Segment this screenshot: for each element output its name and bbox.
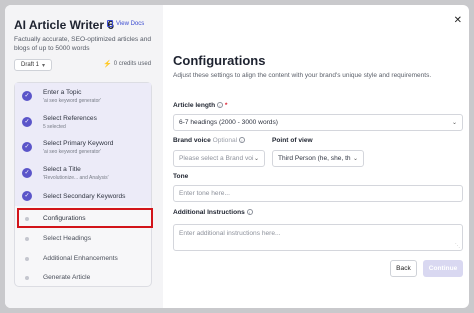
step-select-title[interactable]: ✓ Select a Title 'Revolutionize... and A… xyxy=(15,159,151,186)
back-button[interactable]: Back xyxy=(390,260,417,277)
article-length-value: 6-7 headings (2000 - 3000 words) xyxy=(179,119,278,126)
step-generate-article[interactable]: Generate Article xyxy=(15,269,151,287)
credits-used: ⚡ 0 credits used xyxy=(103,60,151,68)
step-subtitle: 'ai seo keyword generator' xyxy=(43,149,102,155)
required-marker: * xyxy=(224,102,228,109)
resize-handle-icon[interactable]: ⋱ xyxy=(455,243,460,249)
tone-text: Tone xyxy=(173,173,189,180)
step-title: Select Secondary Keywords xyxy=(43,193,126,200)
step-title: Enter a Topic xyxy=(43,89,82,96)
page-title: Configurations xyxy=(173,53,266,68)
point-of-view-text: Point of view xyxy=(272,137,313,144)
step-select-secondary-keywords[interactable]: ✓ Select Secondary Keywords xyxy=(15,186,151,206)
view-docs-link[interactable]: View Docs xyxy=(107,20,144,27)
additional-instructions-textarea[interactable]: Enter additional instructions here... ⋱ xyxy=(173,224,463,251)
article-length-text: Article length xyxy=(173,102,216,109)
point-of-view-select[interactable]: Third Person (he, she, th ⌄ xyxy=(272,150,364,167)
view-docs-label: View Docs xyxy=(116,20,145,27)
article-length-label: Article length i * xyxy=(173,102,227,109)
draft-label: Draft 1 xyxy=(20,62,39,68)
page-subtitle: Adjust these settings to align the conte… xyxy=(173,72,432,79)
tone-input[interactable]: Enter tone here... xyxy=(173,185,463,202)
step-subtitle: 'ai seo keyword generator' xyxy=(43,98,102,104)
tone-label: Tone xyxy=(173,173,188,180)
info-icon: i xyxy=(216,102,223,109)
article-writer-modal: AI Article Writer 6 View Docs Factually … xyxy=(5,5,469,308)
app-description: Factually accurate, SEO-optimized articl… xyxy=(14,36,152,52)
step-subtitle: 'Revolutionize... and Analysis' xyxy=(43,175,109,181)
draft-selector[interactable]: Draft 1 ▾ xyxy=(14,59,52,71)
check-icon: ✓ xyxy=(22,117,32,127)
step-dot-icon xyxy=(25,237,29,241)
chevron-down-icon: ▾ xyxy=(42,62,46,69)
step-title: Select References xyxy=(43,115,97,122)
step-select-primary-keyword[interactable]: ✓ Select Primary Keyword 'ai seo keyword… xyxy=(15,134,151,159)
brand-voice-select[interactable]: Please select a Brand voi ⌄ xyxy=(173,150,265,167)
check-icon: ✓ xyxy=(22,168,32,178)
brand-voice-label: Brand voice Optional i xyxy=(173,137,245,144)
chevron-down-icon: ⌄ xyxy=(451,120,457,126)
current-step-highlight xyxy=(17,208,153,228)
document-icon xyxy=(107,20,113,27)
chevron-down-icon: ⌄ xyxy=(352,156,358,162)
brand-voice-value: Please select a Brand voi xyxy=(179,155,254,162)
app-title: AI Article Writer 6 xyxy=(14,18,115,32)
check-icon: ✓ xyxy=(22,142,32,152)
step-dot-icon xyxy=(25,276,29,280)
step-title: Generate Article xyxy=(43,274,91,281)
brand-voice-text: Brand voice xyxy=(173,137,211,144)
additional-instructions-text: Additional Instructions xyxy=(173,209,245,216)
step-subtitle: 5 selected xyxy=(43,124,66,130)
close-icon[interactable]: ✕ xyxy=(454,15,462,26)
continue-button[interactable]: Continue xyxy=(423,260,463,277)
step-title: Select a Title xyxy=(43,166,81,173)
chevron-down-icon: ⌄ xyxy=(253,156,259,162)
step-title: Select Primary Keyword xyxy=(43,140,114,147)
step-title: Select Headings xyxy=(43,235,92,242)
step-select-references[interactable]: ✓ Select References 5 selected xyxy=(15,110,151,134)
additional-instructions-label: Additional Instructions i xyxy=(173,209,253,216)
step-select-headings[interactable]: Select Headings xyxy=(15,229,151,249)
step-title: Additional Enhancements xyxy=(43,255,118,262)
check-icon: ✓ xyxy=(22,91,32,101)
optional-tag: Optional xyxy=(212,137,238,144)
step-additional-enhancements[interactable]: Additional Enhancements xyxy=(15,249,151,269)
info-icon: i xyxy=(246,209,253,216)
instructions-placeholder: Enter additional instructions here... xyxy=(179,230,281,237)
point-of-view-label: Point of view xyxy=(272,137,313,144)
credits-label: 0 credits used xyxy=(113,61,152,67)
main-panel: ✕ Configurations Adjust these settings t… xyxy=(163,5,469,308)
steps-list: ✓ Enter a Topic 'ai seo keyword generato… xyxy=(14,82,152,287)
bolt-icon: ⚡ xyxy=(103,61,112,68)
step-enter-topic[interactable]: ✓ Enter a Topic 'ai seo keyword generato… xyxy=(15,83,151,110)
check-icon: ✓ xyxy=(22,191,32,201)
info-icon: i xyxy=(239,137,245,144)
sidebar: AI Article Writer 6 View Docs Factually … xyxy=(5,5,163,308)
step-dot-icon xyxy=(25,257,29,261)
article-length-select[interactable]: 6-7 headings (2000 - 3000 words) ⌄ xyxy=(173,114,463,131)
tone-placeholder: Enter tone here... xyxy=(179,190,230,197)
point-of-view-value: Third Person (he, she, th xyxy=(278,155,351,162)
